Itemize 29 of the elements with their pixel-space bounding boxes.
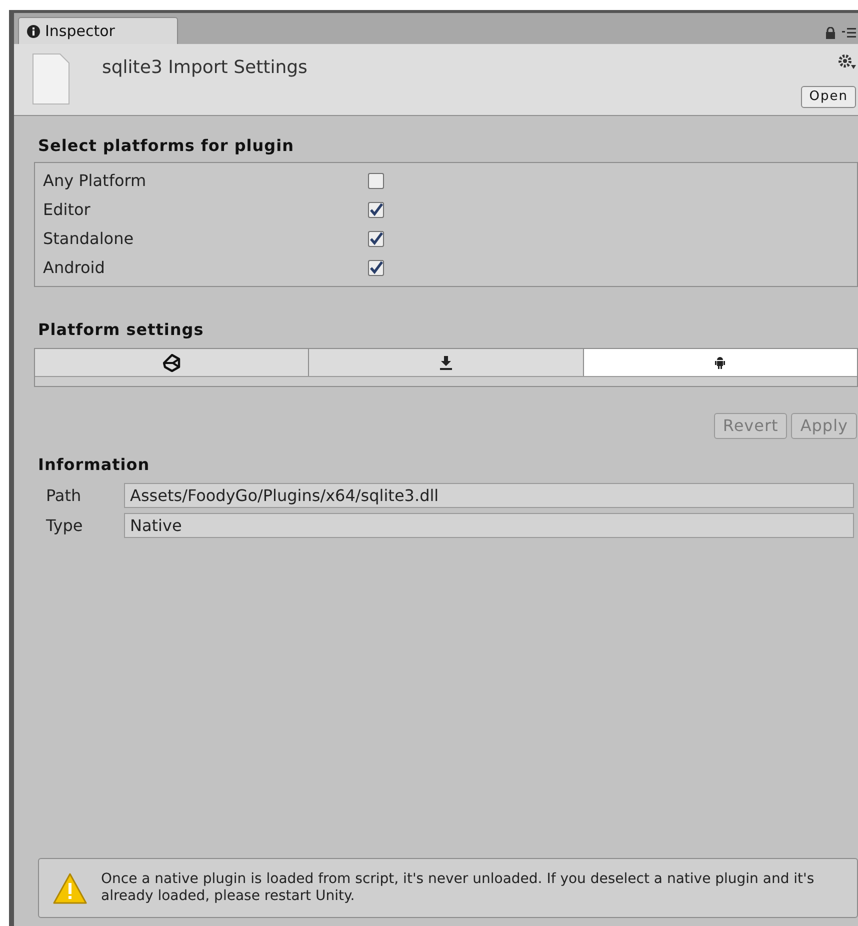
checkbox[interactable]: [368, 231, 384, 248]
warning-message: Once a native plugin is loaded from script, it's never unloaded. If you deselect a native plugin and it's already loaded, please restart Unity.: [101, 871, 816, 905]
field-value: Assets/FoodyGo/Plugins/x64/sqlite3.dll: [124, 483, 854, 508]
download-icon: [440, 356, 452, 370]
platform-label: Any Platform: [43, 170, 148, 192]
checkbox[interactable]: [368, 260, 384, 276]
lock-icon[interactable]: [825, 27, 836, 39]
platform-label: Editor: [43, 198, 92, 221]
unity-icon: [162, 354, 181, 372]
section-heading: Platform settings: [38, 319, 205, 341]
tab-label: Inspector: [45, 20, 115, 42]
platform-label: Standalone: [43, 228, 135, 250]
field-label: Type: [45, 514, 84, 536]
open-button[interactable]: Open: [801, 86, 856, 108]
section-heading: Select platforms for plugin: [38, 135, 295, 157]
info-icon: [27, 24, 40, 38]
android-icon: [715, 356, 726, 368]
gear-icon[interactable]: [838, 54, 856, 70]
header-title: sqlite3 Import Settings: [102, 56, 308, 80]
field-value: Native: [124, 513, 854, 538]
menu-icon[interactable]: [842, 28, 856, 38]
platform-label: Android: [43, 257, 106, 280]
warning-icon: [53, 872, 87, 904]
checkbox[interactable]: [368, 202, 384, 218]
inspector-tab[interactable]: Inspector: [18, 17, 178, 44]
field-label: Path: [45, 484, 82, 506]
section-heading: Information: [38, 454, 151, 476]
file-icon: [32, 53, 70, 105]
checkbox[interactable]: [368, 172, 384, 189]
